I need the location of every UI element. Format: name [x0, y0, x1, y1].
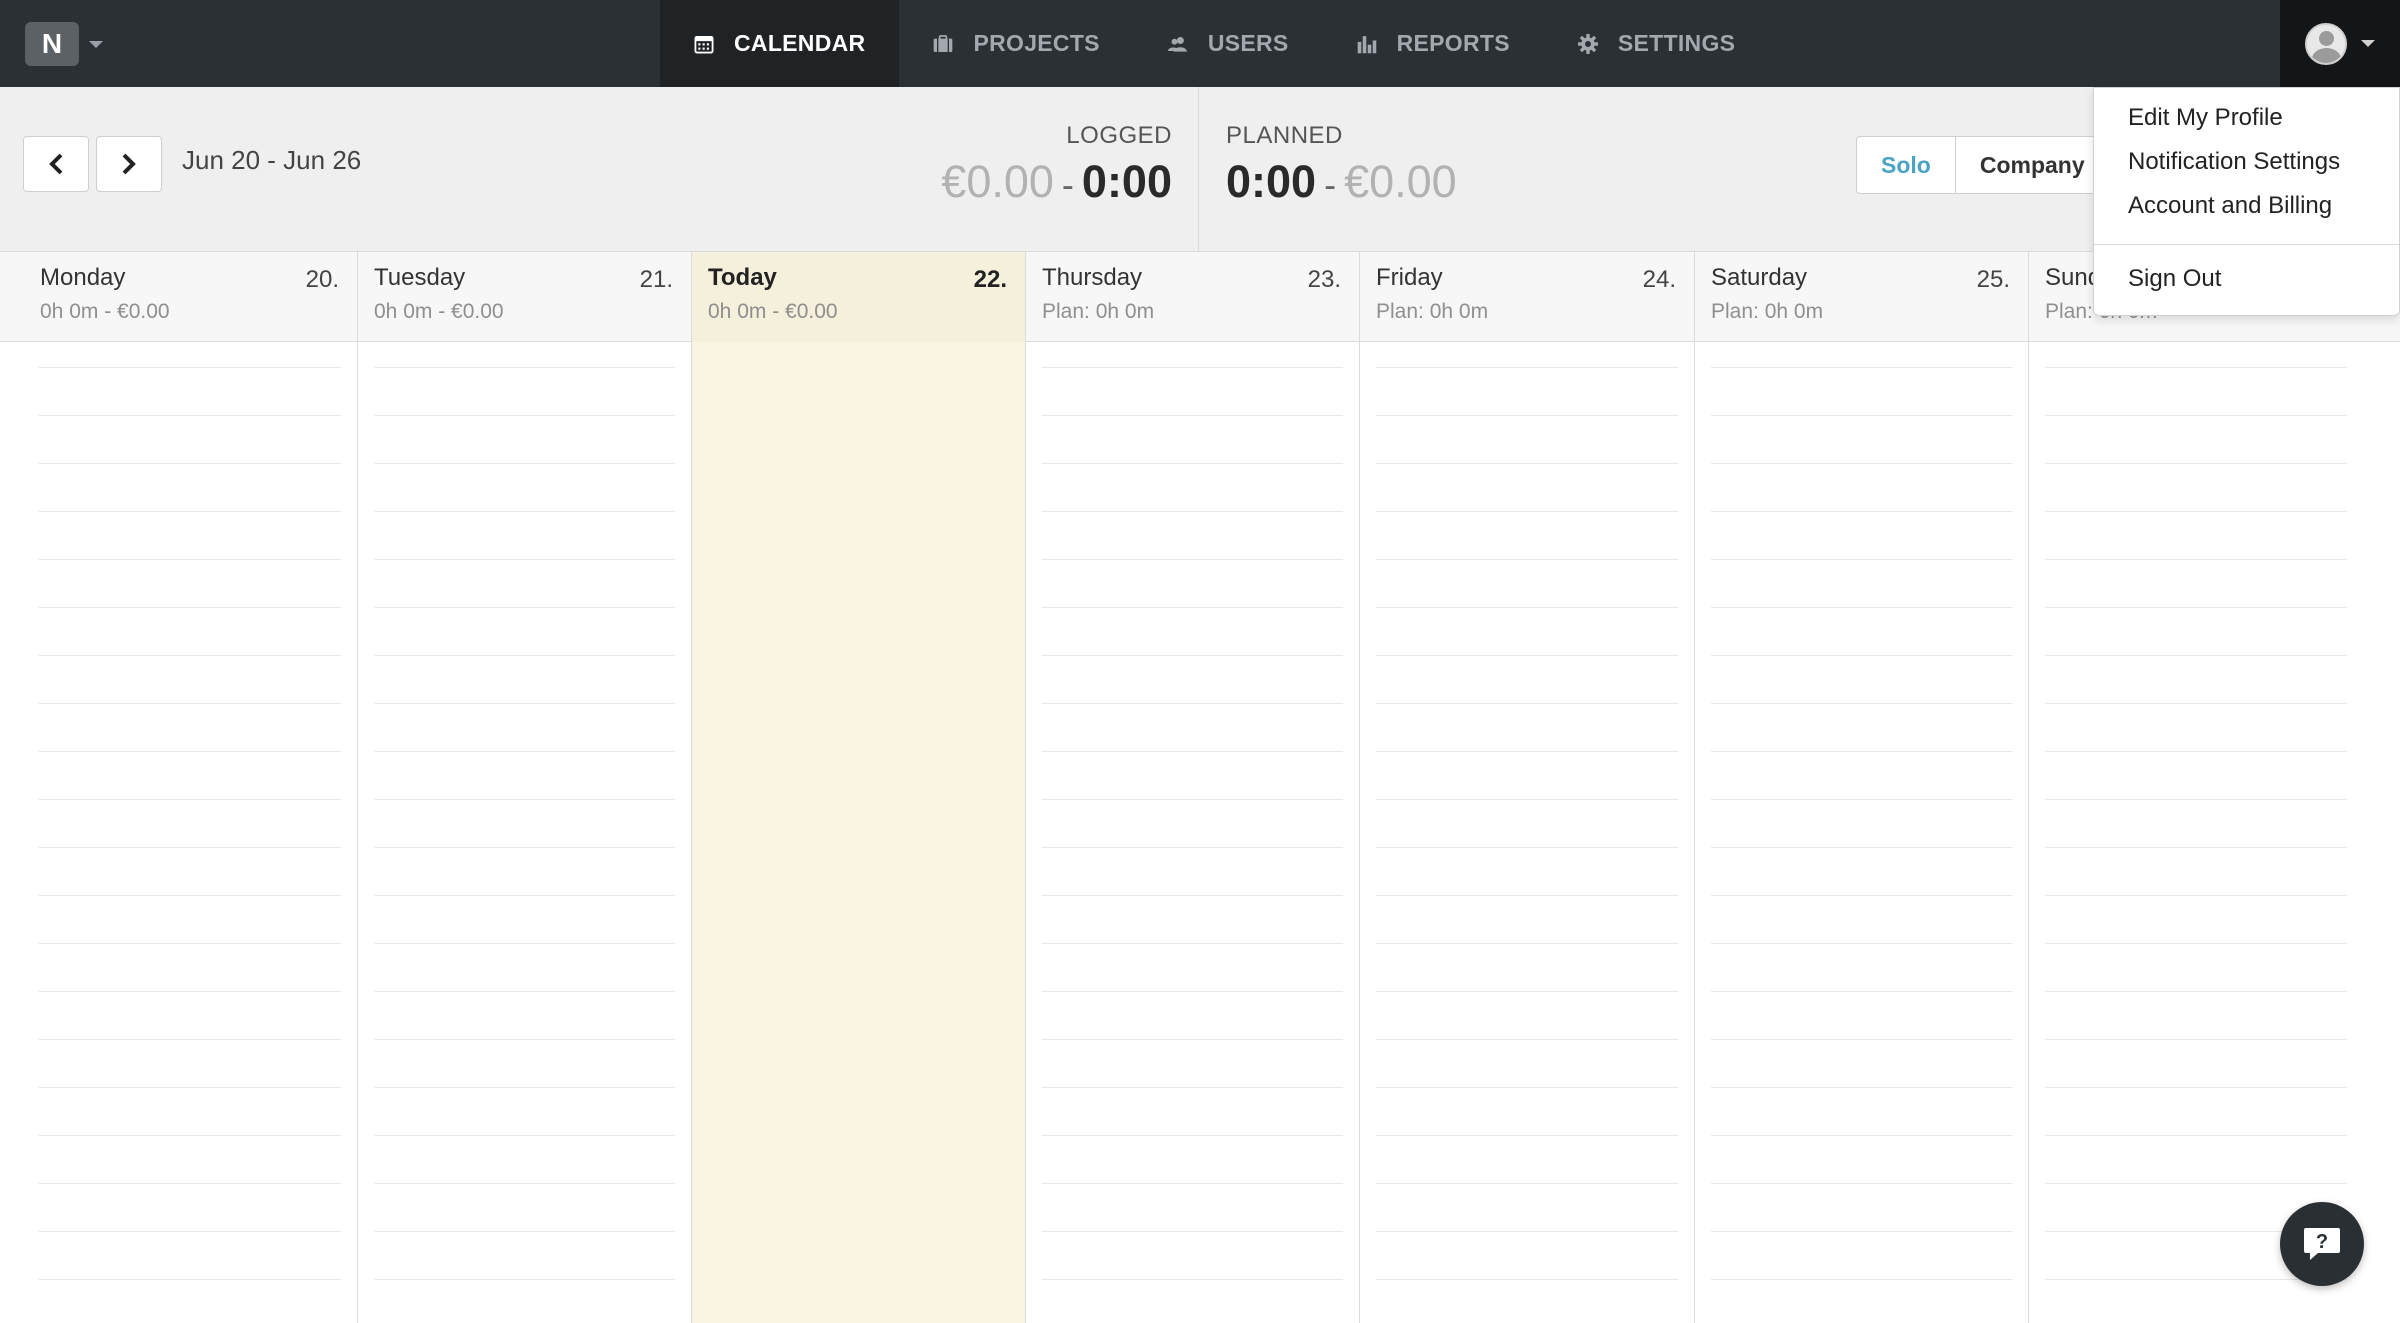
nav-calendar[interactable]: CALENDAR — [660, 0, 900, 87]
nav-projects-label: PROJECTS — [973, 30, 1100, 56]
day-summary: Plan: 0h 0m — [1042, 300, 1155, 323]
workspace-switcher[interactable]: N — [25, 22, 103, 66]
view-company-button[interactable]: Company — [1954, 137, 2109, 193]
logged-time: 0:00 — [1081, 156, 1172, 207]
user-menu-toggle[interactable] — [2280, 0, 2400, 87]
chevron-left-icon — [49, 153, 63, 175]
day-summary: Plan: 0h 0m — [1376, 300, 1489, 323]
workspace-logo: N — [25, 22, 79, 66]
svg-text:?: ? — [2316, 1231, 2328, 1253]
day-summary: 0h 0m - €0.00 — [708, 300, 838, 323]
bar-chart-icon — [1357, 29, 1387, 59]
day-column-friday[interactable] — [1360, 342, 1695, 1323]
day-name: Tuesday — [374, 264, 466, 291]
day-number: 21. — [639, 266, 673, 293]
day-header-today[interactable]: Today 22. 0h 0m - €0.00 — [692, 252, 1026, 342]
day-number: 24. — [1642, 266, 1676, 293]
day-summary: Plan: 0h 0m — [1711, 300, 1824, 323]
day-number: 22. — [973, 266, 1007, 293]
calendar-toolbar: Jun 20 - Jun 26 LOGGED €0.00-0:00 PLANNE… — [0, 87, 2400, 252]
day-column-monday[interactable] — [0, 342, 358, 1323]
day-column-thursday[interactable] — [1026, 342, 1360, 1323]
calendar-grid — [0, 342, 2400, 1323]
user-dropdown-menu: Edit My Profile Notification Settings Ac… — [2093, 87, 2400, 316]
logged-amount: €0.00 — [941, 156, 1054, 207]
day-column-sunday[interactable] — [2029, 342, 2400, 1323]
day-summary: 0h 0m - €0.00 — [40, 300, 170, 323]
day-column-saturday[interactable] — [1695, 342, 2029, 1323]
help-chat-button[interactable]: ? — [2280, 1202, 2364, 1286]
logged-separator: - — [1061, 164, 1074, 205]
planned-label: PLANNED — [1226, 122, 1343, 149]
day-header-friday[interactable]: Friday 24. Plan: 0h 0m — [1360, 252, 1695, 342]
planned-summary: PLANNED 0:00- €0.00 — [1226, 122, 1506, 208]
planned-amount: €0.00 — [1344, 156, 1457, 207]
chevron-right-icon — [122, 153, 136, 175]
main-nav: CALENDAR PROJECTS USERS REPORTS SETTINGS — [660, 0, 1769, 87]
day-column-tuesday[interactable] — [358, 342, 692, 1323]
menu-divider — [2094, 244, 2399, 245]
day-name: Monday — [40, 264, 126, 291]
nav-reports-label: REPORTS — [1396, 30, 1510, 56]
logged-summary: LOGGED €0.00-0:00 — [940, 122, 1172, 208]
day-header-tuesday[interactable]: Tuesday 21. 0h 0m - €0.00 — [358, 252, 692, 342]
day-name: Saturday — [1711, 264, 1808, 291]
day-number: 23. — [1307, 266, 1341, 293]
planned-separator: - — [1324, 164, 1337, 205]
divider — [1198, 87, 1199, 252]
gear-icon — [1577, 29, 1608, 59]
day-column-today[interactable] — [692, 342, 1026, 1323]
nav-users[interactable]: USERS — [1134, 0, 1323, 87]
briefcase-icon — [933, 29, 963, 59]
calendar-header: Monday 20. 0h 0m - €0.00 Tuesday 21. 0h … — [0, 252, 2400, 342]
calendar-icon — [694, 29, 724, 59]
chat-question-icon: ? — [2304, 1228, 2340, 1260]
next-week-button[interactable] — [96, 136, 162, 192]
avatar — [2305, 22, 2347, 65]
menu-item-edit-profile[interactable]: Edit My Profile — [2094, 96, 2399, 140]
day-number: 25. — [1976, 266, 2010, 293]
day-name: Today — [708, 264, 777, 291]
top-navigation-bar: N CALENDAR PROJECTS USERS REPORTS SETTIN… — [0, 0, 2400, 87]
planned-time: 0:00 — [1226, 156, 1317, 207]
chevron-down-icon — [2361, 40, 2375, 47]
nav-users-label: USERS — [1207, 30, 1289, 56]
nav-reports[interactable]: REPORTS — [1323, 0, 1544, 87]
nav-settings[interactable]: SETTINGS — [1544, 0, 1769, 87]
day-header-monday[interactable]: Monday 20. 0h 0m - €0.00 — [0, 252, 358, 342]
menu-item-account-billing[interactable]: Account and Billing — [2094, 184, 2399, 228]
day-header-thursday[interactable]: Thursday 23. Plan: 0h 0m — [1026, 252, 1360, 342]
nav-settings-label: SETTINGS — [1617, 30, 1736, 56]
view-solo-button[interactable]: Solo — [1857, 137, 1955, 193]
day-summary: 0h 0m - €0.00 — [374, 300, 504, 323]
chevron-down-icon — [89, 40, 103, 48]
day-name: Friday — [1376, 264, 1443, 291]
view-toggle: Solo Company — [1856, 136, 2110, 194]
date-range: Jun 20 - Jun 26 — [182, 145, 362, 175]
menu-item-sign-out[interactable]: Sign Out — [2094, 257, 2399, 301]
previous-week-button[interactable] — [23, 136, 89, 192]
nav-projects[interactable]: PROJECTS — [899, 0, 1133, 87]
users-icon — [1167, 29, 1198, 59]
logged-label: LOGGED — [1066, 122, 1172, 149]
day-number: 20. — [305, 266, 339, 293]
day-header-saturday[interactable]: Saturday 25. Plan: 0h 0m — [1695, 252, 2029, 342]
nav-calendar-label: CALENDAR — [734, 30, 866, 56]
day-name: Thursday — [1042, 264, 1143, 291]
menu-item-notification-settings[interactable]: Notification Settings — [2094, 140, 2399, 184]
